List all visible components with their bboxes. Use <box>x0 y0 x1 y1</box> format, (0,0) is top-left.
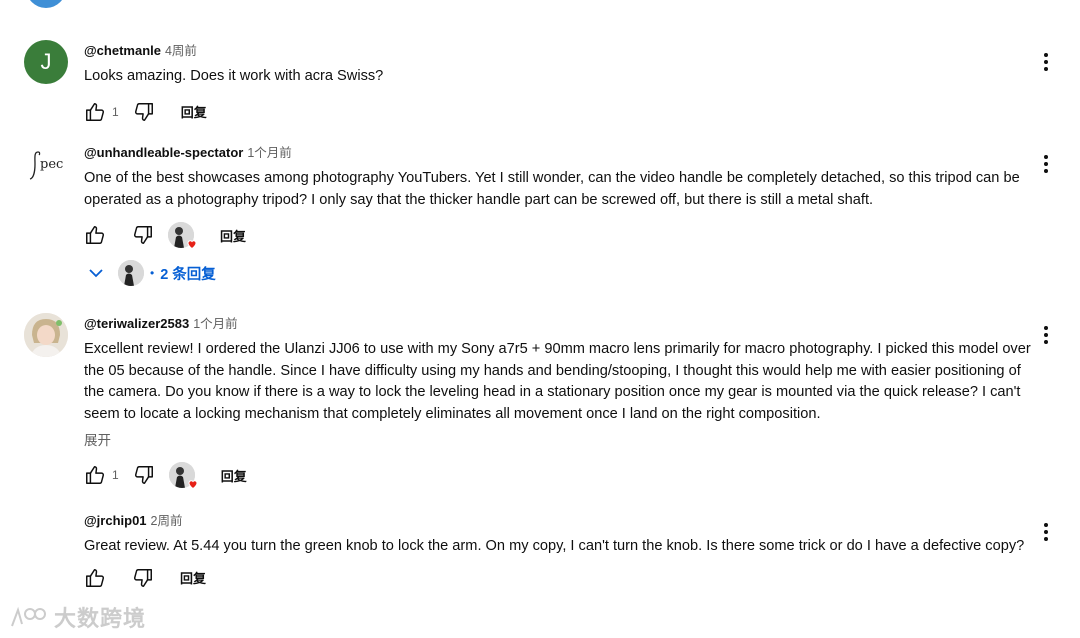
like-button[interactable] <box>84 464 106 486</box>
svg-text:pec: pec <box>40 157 63 172</box>
comment-body: @teriwalizer2583 1个月前 Excellent review! I… <box>84 315 1034 490</box>
comment-time[interactable]: 2周前 <box>151 514 183 528</box>
reply-button[interactable]: 回复 <box>180 568 206 587</box>
comment-text: Looks amazing. Does it work with acra Sw… <box>84 68 384 84</box>
like-count: 1 <box>112 468 119 482</box>
reply-button[interactable]: 回复 <box>221 466 247 485</box>
like-button[interactable] <box>84 101 106 123</box>
comment-actions: 回复 <box>84 221 1034 250</box>
comment-author[interactable]: @chetmanle <box>84 43 161 58</box>
comment-header: @teriwalizer2583 1个月前 <box>84 315 1034 333</box>
more-vert-icon <box>1044 326 1048 344</box>
dislike-button[interactable] <box>133 464 155 486</box>
comment-author[interactable]: @unhandleable-spectator <box>84 145 243 160</box>
comment-time[interactable]: 1个月前 <box>193 317 237 331</box>
read-more-button[interactable]: 展开 <box>84 429 1034 449</box>
heart-icon <box>188 480 198 490</box>
comment-text: One of the best showcases among photogra… <box>84 170 1020 208</box>
thumbs-down-icon <box>134 102 153 121</box>
profile-photo <box>24 313 68 357</box>
dislike-button[interactable] <box>132 224 154 246</box>
watermark-logo-icon <box>11 606 46 627</box>
watermark: 大数跨境 <box>8 602 146 632</box>
comment-time[interactable]: 4周前 <box>165 44 197 58</box>
comment-actions: 回复 <box>84 564 1034 592</box>
comment-actions: 1 回复 <box>84 98 1034 126</box>
comment-header: @jrchip01 2周前 <box>84 512 1034 530</box>
fpec-logo: pec <box>29 151 63 180</box>
more-vert-icon <box>1044 53 1048 71</box>
reply-button[interactable]: 回复 <box>181 102 207 121</box>
like-button[interactable] <box>84 567 106 589</box>
more-vert-icon <box>1044 155 1048 173</box>
replies-count-label[interactable]: 2 条回复 <box>160 263 216 284</box>
avatar[interactable] <box>24 313 68 357</box>
avatar-letter: J <box>40 49 52 74</box>
creator-heart <box>168 462 198 490</box>
separator-dot: • <box>150 266 155 280</box>
avatar[interactable]: J <box>24 40 68 84</box>
dislike-button[interactable] <box>132 567 154 589</box>
reply-button[interactable]: 回复 <box>220 226 246 245</box>
comment-time[interactable]: 1个月前 <box>247 146 291 160</box>
thumbs-up-icon <box>86 226 105 244</box>
previous-comment-avatar[interactable] <box>26 0 66 8</box>
heart-icon <box>187 240 197 250</box>
more-actions-button[interactable] <box>1036 152 1056 176</box>
creator-heart <box>168 222 197 250</box>
comment-body: @chetmanle 4周前 Looks amazing. Does it wor… <box>84 42 1034 126</box>
thumbs-up-icon <box>86 102 105 121</box>
comment-author[interactable]: @teriwalizer2583 <box>84 316 189 331</box>
chevron-down-icon <box>89 269 103 278</box>
like-count: 1 <box>112 104 119 119</box>
more-actions-button[interactable] <box>1036 323 1056 347</box>
comment-actions: 1 回复 <box>84 461 1034 490</box>
comment-text: Great review. At 5.44 you turn the green… <box>84 538 1025 554</box>
comment-header: @chetmanle 4周前 <box>84 42 1034 60</box>
more-actions-button[interactable] <box>1036 520 1056 544</box>
more-vert-icon <box>1044 523 1048 541</box>
like-button[interactable] <box>84 224 106 246</box>
comment-header: @unhandleable-spectator 1个月前 <box>84 144 1034 162</box>
comment-body: @jrchip01 2周前 Great review. At 5.44 you t… <box>84 512 1034 592</box>
comment-body: @unhandleable-spectator 1个月前 One of the b… <box>84 144 1034 287</box>
watermark-text: 大数跨境 <box>54 606 147 631</box>
avatar[interactable]: pec <box>24 144 68 188</box>
comment-text: Excellent review! I ordered the Ulanzi J… <box>84 341 1031 422</box>
comment-author[interactable]: @jrchip01 <box>84 513 147 528</box>
view-replies-button[interactable]: • 2 条回复 <box>84 259 1034 287</box>
thumbs-down-icon <box>133 226 152 244</box>
reply-author-avatar <box>118 260 144 286</box>
more-actions-button[interactable] <box>1036 50 1056 74</box>
dislike-button[interactable] <box>133 101 155 123</box>
thumbs-down-icon <box>133 568 152 587</box>
thumbs-up-icon <box>86 466 105 484</box>
thumbs-down-icon <box>134 466 153 484</box>
thumbs-up-icon <box>86 568 105 587</box>
